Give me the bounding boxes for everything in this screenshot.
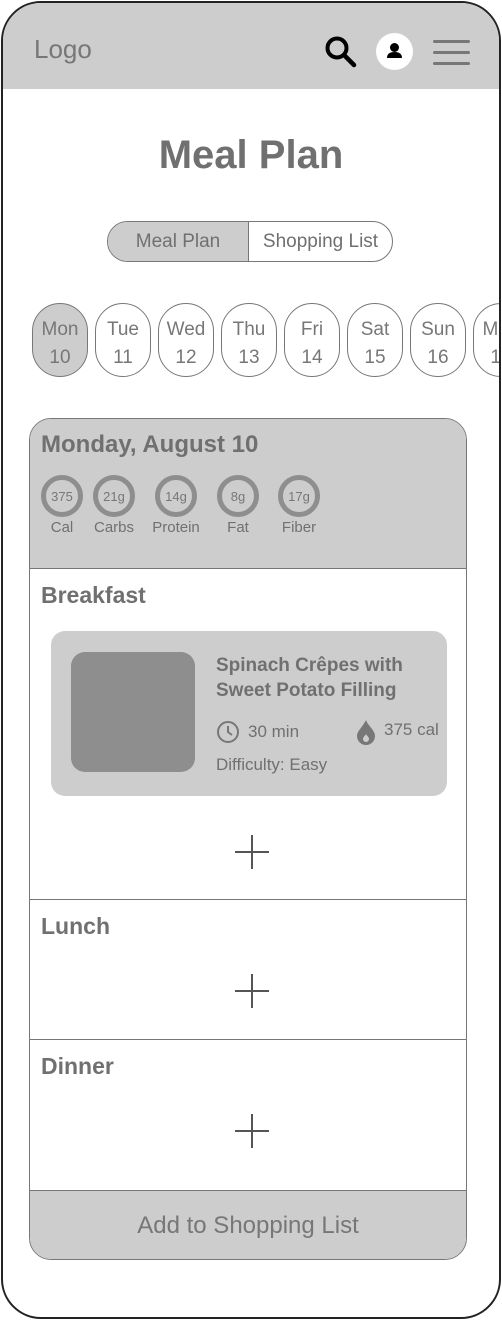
day-name: Fri bbox=[300, 319, 324, 340]
nutrition-ring: 14g bbox=[155, 475, 197, 517]
day-title: Monday, August 10 bbox=[41, 431, 259, 458]
user-avatar-button[interactable] bbox=[376, 33, 413, 70]
day-name: Thu bbox=[232, 319, 266, 340]
recipe-time: 30 min bbox=[248, 722, 300, 741]
tab-meal-plan[interactable]: Meal Plan bbox=[108, 222, 249, 261]
nutrition-item: 8g Fat bbox=[207, 475, 269, 536]
day-summary: Monday, August 10 375 Cal 21g Carbs 14g Prote… bbox=[30, 419, 466, 569]
phone-frame: Logo Meal Plan Meal Plan Shopping List M… bbox=[1, 1, 501, 1319]
add-dinner-plus-icon[interactable] bbox=[235, 1114, 269, 1148]
meal-section-dinner: Dinner bbox=[30, 1040, 466, 1191]
nutrition-item: 375 Cal bbox=[41, 475, 83, 536]
day-number: 10 bbox=[49, 347, 71, 368]
day-name: Mon bbox=[41, 319, 79, 340]
nutrition-summary: 375 Cal 21g Carbs 14g Protein 8g Fat 17g Fiber bbox=[41, 475, 455, 536]
day-selector: Mon 10 Tue 11 Wed 12 Thu 13 Fri 14 Sat 15 Sun 16 Mon 17 bbox=[32, 303, 501, 377]
add-to-shopping-list-button[interactable]: Add to Shopping List bbox=[30, 1191, 466, 1259]
nutrition-label: Carbs bbox=[93, 519, 134, 536]
recipe-image bbox=[71, 652, 195, 772]
day-card: Monday, August 10 375 Cal 21g Carbs 14g Prote… bbox=[29, 418, 467, 1260]
meal-label: Dinner bbox=[41, 1053, 114, 1079]
day-pill[interactable]: Sat 15 bbox=[347, 303, 403, 377]
day-pill[interactable]: Wed 12 bbox=[158, 303, 214, 377]
nutrition-ring: 17g bbox=[278, 475, 320, 517]
nutrition-label: Protein bbox=[152, 519, 200, 536]
nutrition-ring: 8g bbox=[217, 475, 259, 517]
day-number: 11 bbox=[113, 347, 133, 368]
day-name: Sun bbox=[421, 319, 455, 340]
view-toggle: Meal Plan Shopping List bbox=[107, 221, 393, 262]
user-icon bbox=[387, 43, 402, 58]
day-name: Sat bbox=[360, 319, 390, 340]
day-number: 17 bbox=[490, 347, 501, 368]
nutrition-item: 17g Fiber bbox=[269, 475, 329, 536]
nutrition-label: Fat bbox=[227, 519, 249, 536]
logo[interactable]: Logo bbox=[34, 34, 92, 65]
meal-label: Breakfast bbox=[41, 582, 146, 608]
nutrition-ring: 21g bbox=[93, 475, 135, 517]
day-name: Mon bbox=[482, 319, 499, 340]
recipe-card[interactable]: Spinach Crêpes with Sweet Potato Filling… bbox=[51, 631, 447, 796]
hamburger-menu-icon[interactable] bbox=[433, 40, 470, 73]
day-number: 16 bbox=[427, 347, 449, 368]
tab-shopping-list[interactable]: Shopping List bbox=[249, 222, 392, 261]
add-breakfast-plus-icon[interactable] bbox=[235, 835, 269, 869]
meal-section-breakfast: Breakfast Spinach Crêpes with Sweet Pota… bbox=[30, 569, 466, 900]
day-pill[interactable]: Sun 16 bbox=[410, 303, 466, 377]
day-number: 13 bbox=[238, 347, 260, 368]
top-nav: Logo bbox=[3, 3, 499, 89]
add-lunch-plus-icon[interactable] bbox=[235, 974, 269, 1008]
nutrition-item: 21g Carbs bbox=[83, 475, 145, 536]
day-number: 12 bbox=[175, 347, 197, 368]
day-pill[interactable]: Mon 17 bbox=[473, 303, 501, 377]
nutrition-label: Cal bbox=[50, 519, 74, 536]
flame-icon bbox=[357, 720, 375, 745]
search-icon[interactable] bbox=[324, 35, 358, 69]
page-title: Meal Plan bbox=[158, 133, 344, 177]
clock-icon bbox=[217, 721, 239, 743]
nutrition-ring: 375 bbox=[41, 475, 83, 517]
day-pill[interactable]: Fri 14 bbox=[284, 303, 340, 377]
recipe-title: Spinach Crêpes with Sweet Potato Filling bbox=[216, 655, 403, 701]
nutrition-label: Fiber bbox=[281, 519, 317, 536]
nutrition-item: 14g Protein bbox=[145, 475, 207, 536]
meal-label: Lunch bbox=[41, 913, 110, 939]
recipe-difficulty: Difficulty: Easy bbox=[216, 755, 328, 774]
day-pill[interactable]: Mon 10 bbox=[32, 303, 88, 377]
day-number: 15 bbox=[364, 347, 386, 368]
day-name: Tue bbox=[106, 319, 140, 340]
recipe-calories: 375 cal bbox=[384, 720, 439, 739]
day-pill[interactable]: Tue 11 bbox=[95, 303, 151, 377]
day-name: Wed bbox=[166, 319, 206, 340]
day-number: 14 bbox=[301, 347, 323, 368]
day-pill[interactable]: Thu 13 bbox=[221, 303, 277, 377]
meal-section-lunch: Lunch bbox=[30, 900, 466, 1040]
